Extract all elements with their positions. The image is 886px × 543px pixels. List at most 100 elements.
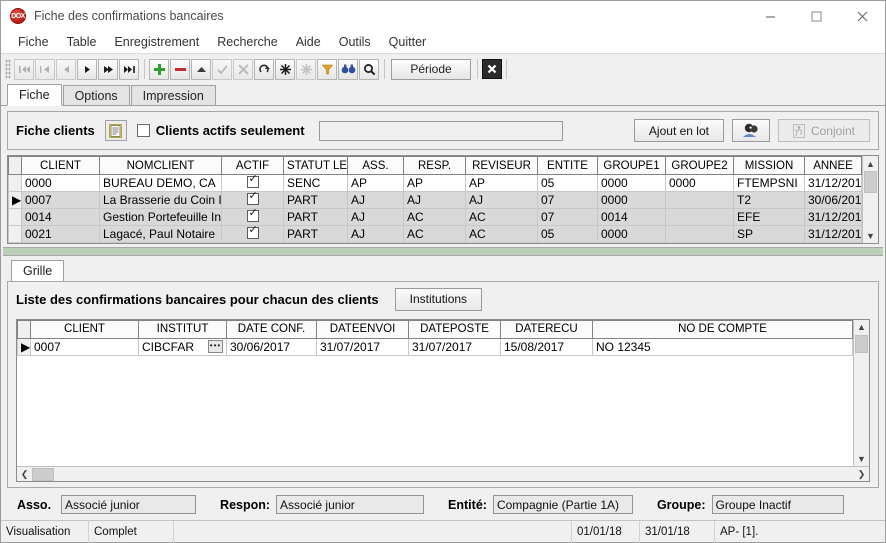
cell2-institut[interactable]: CIBCFAR •••: [138, 338, 227, 356]
confirmations-hscrollbar[interactable]: ❮ ❯: [17, 466, 869, 481]
cell2-dateenvoi[interactable]: 31/07/2017: [316, 338, 409, 356]
menu-item-quitter[interactable]: Quitter: [380, 33, 436, 51]
actif-checkbox[interactable]: [246, 192, 259, 205]
toolbar-close-button[interactable]: [482, 59, 502, 79]
cell-nomclient[interactable]: BUREAU DEMO, CA: [99, 174, 222, 192]
scroll-up-icon-2[interactable]: ▲: [854, 320, 869, 335]
cell-mission[interactable]: FTEMPSNI: [733, 174, 805, 192]
panel-splitter[interactable]: [3, 247, 883, 256]
col2-dateposte[interactable]: DATEPOSTE: [408, 319, 501, 339]
cell-mission[interactable]: SP: [733, 225, 805, 243]
tab-options[interactable]: Options: [62, 85, 130, 105]
cell2-daterecu[interactable]: 15/08/2017: [500, 338, 593, 356]
menu-item-recherche[interactable]: Recherche: [208, 33, 286, 51]
cell-actif[interactable]: [221, 208, 284, 226]
col-actif[interactable]: ACTIF: [221, 156, 284, 175]
checkbox-box[interactable]: [136, 124, 150, 137]
menu-item-aide[interactable]: Aide: [287, 33, 330, 51]
col-nomclient[interactable]: NOMCLIENT: [99, 156, 222, 175]
prev-page-button[interactable]: [35, 58, 55, 80]
row-selector-cell[interactable]: [8, 208, 22, 226]
row-selector-cell[interactable]: [8, 174, 22, 192]
binoculars-search-button[interactable]: [338, 58, 358, 80]
magnifier-search-button[interactable]: [359, 58, 379, 80]
ajout-en-lot-button[interactable]: Ajout en lot: [633, 119, 724, 142]
cell-statut[interactable]: SENC: [283, 174, 348, 192]
actif-checkbox[interactable]: [246, 175, 259, 188]
clear-filter-button[interactable]: [296, 58, 316, 80]
col-ass[interactable]: ASS.: [347, 156, 404, 175]
cell-groupe2[interactable]: [665, 191, 734, 209]
institutions-button[interactable]: Institutions: [394, 287, 483, 311]
scroll-right-icon[interactable]: ❯: [854, 469, 869, 480]
cell-groupe1[interactable]: 0014: [597, 208, 666, 226]
next-record-button[interactable]: [77, 58, 97, 80]
col2-institut[interactable]: INSTITUT: [138, 319, 227, 339]
first-record-button[interactable]: [14, 58, 34, 80]
scroll-down-icon[interactable]: ▼: [863, 228, 878, 243]
cell-entite[interactable]: 07: [537, 208, 598, 226]
cell-actif[interactable]: [221, 225, 284, 243]
row-selector-cell[interactable]: [8, 225, 22, 243]
cell-resp[interactable]: AC: [403, 208, 466, 226]
cell2-dateposte[interactable]: 31/07/2017: [408, 338, 501, 356]
row-selector-cell[interactable]: ▶: [8, 191, 22, 209]
scroll-up-icon[interactable]: ▲: [863, 156, 878, 171]
cell-statut[interactable]: PART: [283, 225, 348, 243]
col-groupe1[interactable]: GROUPE1: [597, 156, 666, 175]
col2-date-conf[interactable]: DATE CONF.: [226, 319, 317, 339]
document-icon[interactable]: [104, 120, 127, 141]
institut-picker-button[interactable]: •••: [208, 339, 223, 353]
cell-client[interactable]: 0021: [21, 225, 100, 243]
cell-annee[interactable]: 30/06/2018: [804, 191, 862, 209]
col-annee[interactable]: ANNEE: [804, 156, 862, 175]
cancel-button[interactable]: [233, 58, 253, 80]
cell-ass[interactable]: AJ: [347, 208, 404, 226]
cell-client[interactable]: 0000: [21, 174, 100, 192]
table-row[interactable]: ▶0007La Brasserie du Coin Inc.PARTAJAJAJ…: [8, 191, 862, 209]
cell-reviseur[interactable]: AC: [465, 208, 538, 226]
toolbar-grip[interactable]: [5, 59, 11, 79]
col-statut-legal[interactable]: STATUT LE...: [283, 156, 348, 175]
cell-statut[interactable]: PART: [283, 191, 348, 209]
cell-groupe2[interactable]: 0000: [665, 174, 734, 192]
confirm-button[interactable]: [212, 58, 232, 80]
delete-record-button[interactable]: [170, 58, 190, 80]
tab-grille[interactable]: Grille: [11, 259, 65, 282]
cell-groupe2[interactable]: [665, 208, 734, 226]
periode-button[interactable]: Période: [391, 58, 471, 80]
cell2-date-conf[interactable]: 30/06/2017: [226, 338, 317, 356]
prev-record-button[interactable]: [56, 58, 76, 80]
client-search-input[interactable]: [318, 120, 563, 141]
minimize-icon[interactable]: [747, 1, 793, 31]
last-record-button[interactable]: [119, 58, 139, 80]
cell-reviseur[interactable]: AC: [465, 225, 538, 243]
next-page-button[interactable]: [98, 58, 118, 80]
maximize-icon[interactable]: [793, 1, 839, 31]
table-row[interactable]: 0000BUREAU DEMO, CASENCAPAPAP0500000000F…: [8, 174, 862, 192]
cell-groupe1[interactable]: 0000: [597, 174, 666, 192]
col-mission[interactable]: MISSION: [733, 156, 805, 175]
col-reviseur[interactable]: REVISEUR: [465, 156, 538, 175]
cell-nomclient[interactable]: La Brasserie du Coin Inc.: [99, 191, 222, 209]
cell-annee[interactable]: 31/12/2018: [804, 208, 862, 226]
scroll-down-icon-2[interactable]: ▼: [854, 451, 869, 466]
col2-client[interactable]: CLIENT: [30, 319, 139, 339]
cell-mission[interactable]: EFE: [733, 208, 805, 226]
menu-item-enregistrement[interactable]: Enregistrement: [105, 33, 208, 51]
actif-checkbox[interactable]: [246, 226, 259, 239]
cell-groupe1[interactable]: 0000: [597, 225, 666, 243]
cell-resp[interactable]: AP: [403, 174, 466, 192]
edit-record-button[interactable]: [191, 58, 211, 80]
add-record-button[interactable]: [149, 58, 169, 80]
cell-entite[interactable]: 05: [537, 174, 598, 192]
cell-ass[interactable]: AP: [347, 174, 404, 192]
col-entite[interactable]: ENTITE: [537, 156, 598, 175]
cell-nomclient[interactable]: Lagacé, Paul Notaire: [99, 225, 222, 243]
filter-icon-button[interactable]: [317, 58, 337, 80]
cell-client[interactable]: 0007: [21, 191, 100, 209]
scroll-thumb-2[interactable]: [855, 334, 868, 353]
cell-statut[interactable]: PART: [283, 208, 348, 226]
people-icon[interactable]: [731, 119, 770, 142]
cell-actif[interactable]: [221, 191, 284, 209]
